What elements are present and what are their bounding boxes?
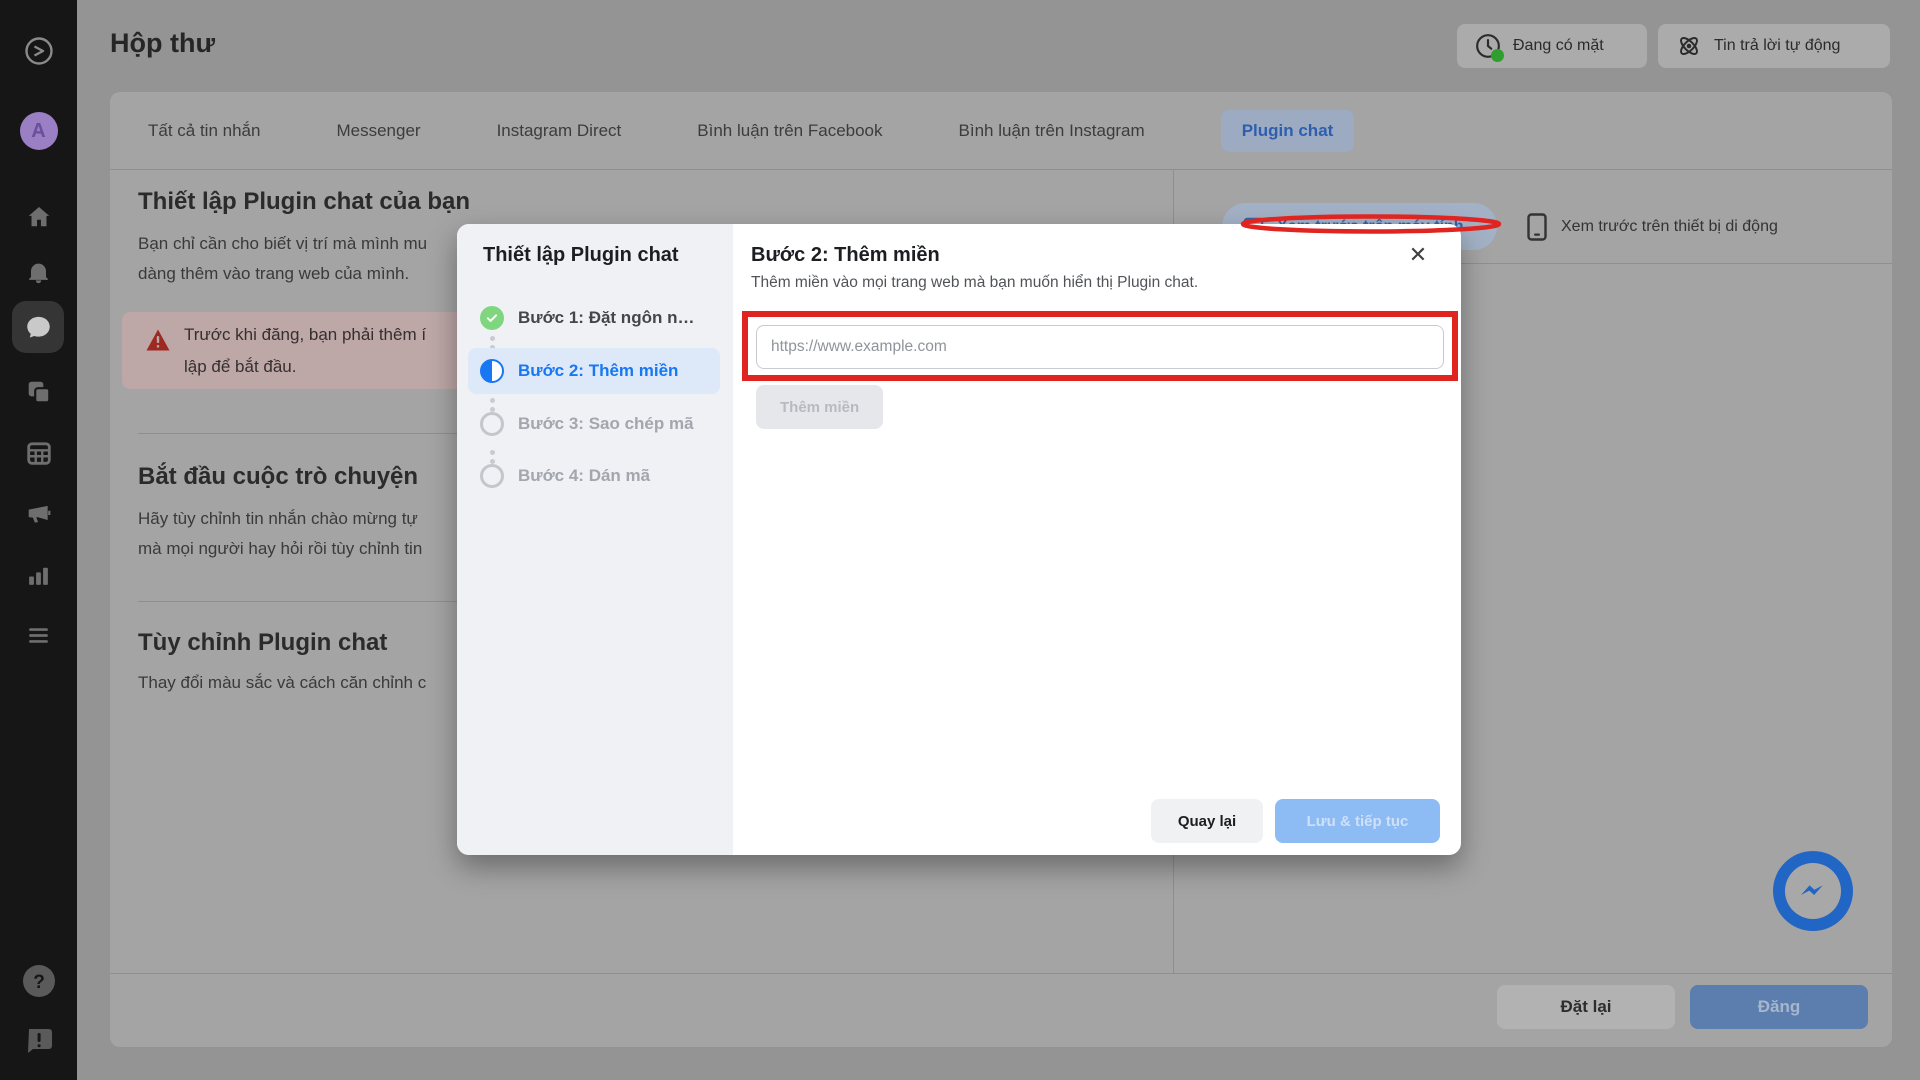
publish-button[interactable]: Đăng: [1690, 985, 1868, 1029]
sidebar-item-help[interactable]: ?: [0, 964, 77, 998]
bar-chart-icon: [26, 563, 51, 588]
back-button[interactable]: Quay lại: [1151, 799, 1263, 843]
warning-line1: Trước khi đăng, bạn phải thêm í: [184, 325, 426, 345]
setup-section-title: Thiết lập Plugin chat của bạn: [138, 188, 470, 216]
sidebar-item-feedback[interactable]: [0, 1024, 77, 1056]
avatar[interactable]: A: [0, 111, 77, 151]
sidebar-item-home[interactable]: [0, 204, 77, 230]
footer-divider: [110, 973, 1892, 974]
step-1-label: Bước 1: Đặt ngôn n…: [518, 308, 694, 328]
start-section-line2: mà mọi người hay hỏi rồi tùy chỉnh tin: [138, 539, 422, 559]
home-icon: [26, 204, 52, 230]
messenger-icon: [1785, 863, 1841, 919]
business-suite-logo-icon[interactable]: [0, 35, 77, 67]
posts-icon: [26, 379, 52, 405]
modal-step-nav: Thiết lập Plugin chat Bước 1: Đặt ngôn n…: [457, 224, 733, 855]
menu-icon: [26, 623, 51, 648]
add-domain-button[interactable]: Thêm miền: [756, 385, 883, 429]
svg-text:?: ?: [33, 972, 45, 993]
sidebar-item-notifications[interactable]: [0, 259, 77, 285]
tab-bar: Tất cả tin nhắn Messenger Instagram Dire…: [110, 92, 1892, 170]
modal-subtitle: Thêm miền vào mọi trang web mà bạn muốn …: [751, 274, 1198, 292]
bell-icon: [26, 260, 51, 285]
step-connector-dot: [490, 336, 495, 341]
online-status-dot: [1491, 49, 1504, 62]
step-4-label: Bước 4: Dán mã: [518, 466, 650, 486]
save-continue-button[interactable]: Lưu & tiếp tục: [1275, 799, 1440, 843]
calendar-icon: [26, 440, 52, 466]
sidebar: A: [0, 0, 77, 1080]
availability-label: Đang có mặt: [1513, 37, 1604, 55]
sidebar-item-all-tools[interactable]: [0, 622, 77, 648]
tab-facebook-comments[interactable]: Bình luận trên Facebook: [697, 121, 882, 141]
step-3-label: Bước 3: Sao chép mã: [518, 414, 694, 434]
setup-section-line1: Bạn chỉ cần cho biết vị trí mà mình mu: [138, 234, 427, 254]
messenger-plugin-badge[interactable]: [1773, 851, 1853, 931]
avatar-initial: A: [31, 120, 45, 143]
step-2-item-active[interactable]: Bước 2: Thêm miền: [468, 348, 720, 394]
warning-icon: [146, 329, 170, 351]
chat-bubble-icon: [25, 314, 52, 341]
step-todo-icon: [480, 412, 504, 436]
availability-button[interactable]: Đang có mặt: [1457, 24, 1647, 68]
warning-line2: lập để bắt đầu.: [184, 357, 296, 377]
tab-all-messages[interactable]: Tất cả tin nhắn: [148, 121, 260, 141]
automation-icon: [1676, 33, 1702, 59]
customize-section-line1: Thay đổi màu sắc và cách căn chỉnh c: [138, 673, 426, 693]
mobile-preview-toggle[interactable]: Xem trước trên thiết bị di động: [1527, 203, 1778, 250]
step-2-label: Bước 2: Thêm miền: [518, 361, 678, 381]
setup-section-line2: dàng thêm vào trang web của mình.: [138, 264, 409, 284]
sidebar-item-inbox-selected[interactable]: [12, 301, 64, 353]
help-icon: ?: [22, 964, 56, 998]
step-in-progress-icon: [480, 359, 504, 383]
mobile-phone-icon: [1527, 213, 1547, 241]
megaphone-icon: [26, 501, 52, 527]
sidebar-item-insights[interactable]: [0, 562, 77, 588]
clock-icon: [1475, 33, 1501, 59]
start-section-line1: Hãy tùy chỉnh tin nhắn chào mừng tự: [138, 509, 418, 529]
close-icon[interactable]: ✕: [1401, 238, 1435, 272]
tab-messenger[interactable]: Messenger: [336, 121, 420, 141]
customize-section-title: Tùy chỉnh Plugin chat: [138, 629, 387, 657]
step-done-check-icon: [480, 306, 504, 330]
start-section-title: Bắt đầu cuộc trò chuyện: [138, 463, 418, 491]
feedback-icon: [24, 1025, 54, 1055]
reset-button[interactable]: Đặt lại: [1497, 985, 1675, 1029]
tab-instagram-comments[interactable]: Bình luận trên Instagram: [959, 121, 1145, 141]
auto-reply-button[interactable]: Tin trả lời tự động: [1658, 24, 1890, 68]
tab-plugin-chat-selected[interactable]: Plugin chat: [1221, 110, 1355, 152]
step-4-item[interactable]: Bước 4: Dán mã: [468, 453, 720, 499]
auto-reply-label: Tin trả lời tự động: [1714, 37, 1840, 55]
annotation-highlight-box: [742, 311, 1458, 381]
mobile-preview-label: Xem trước trên thiết bị di động: [1561, 218, 1778, 236]
app-root: A: [0, 0, 1920, 1080]
step-1-item[interactable]: Bước 1: Đặt ngôn n…: [468, 295, 720, 341]
tab-instagram-direct[interactable]: Instagram Direct: [497, 121, 622, 141]
sidebar-item-ads[interactable]: [0, 501, 77, 527]
annotation-scribble: [1238, 212, 1504, 236]
modal-nav-title: Thiết lập Plugin chat: [483, 244, 679, 267]
modal-title: Bước 2: Thêm miền: [751, 244, 940, 267]
step-todo-icon: [480, 464, 504, 488]
page-title: Hộp thư: [110, 28, 215, 59]
step-3-item[interactable]: Bước 3: Sao chép mã: [468, 401, 720, 447]
sidebar-item-content[interactable]: [0, 379, 77, 405]
sidebar-item-planner[interactable]: [0, 440, 77, 466]
